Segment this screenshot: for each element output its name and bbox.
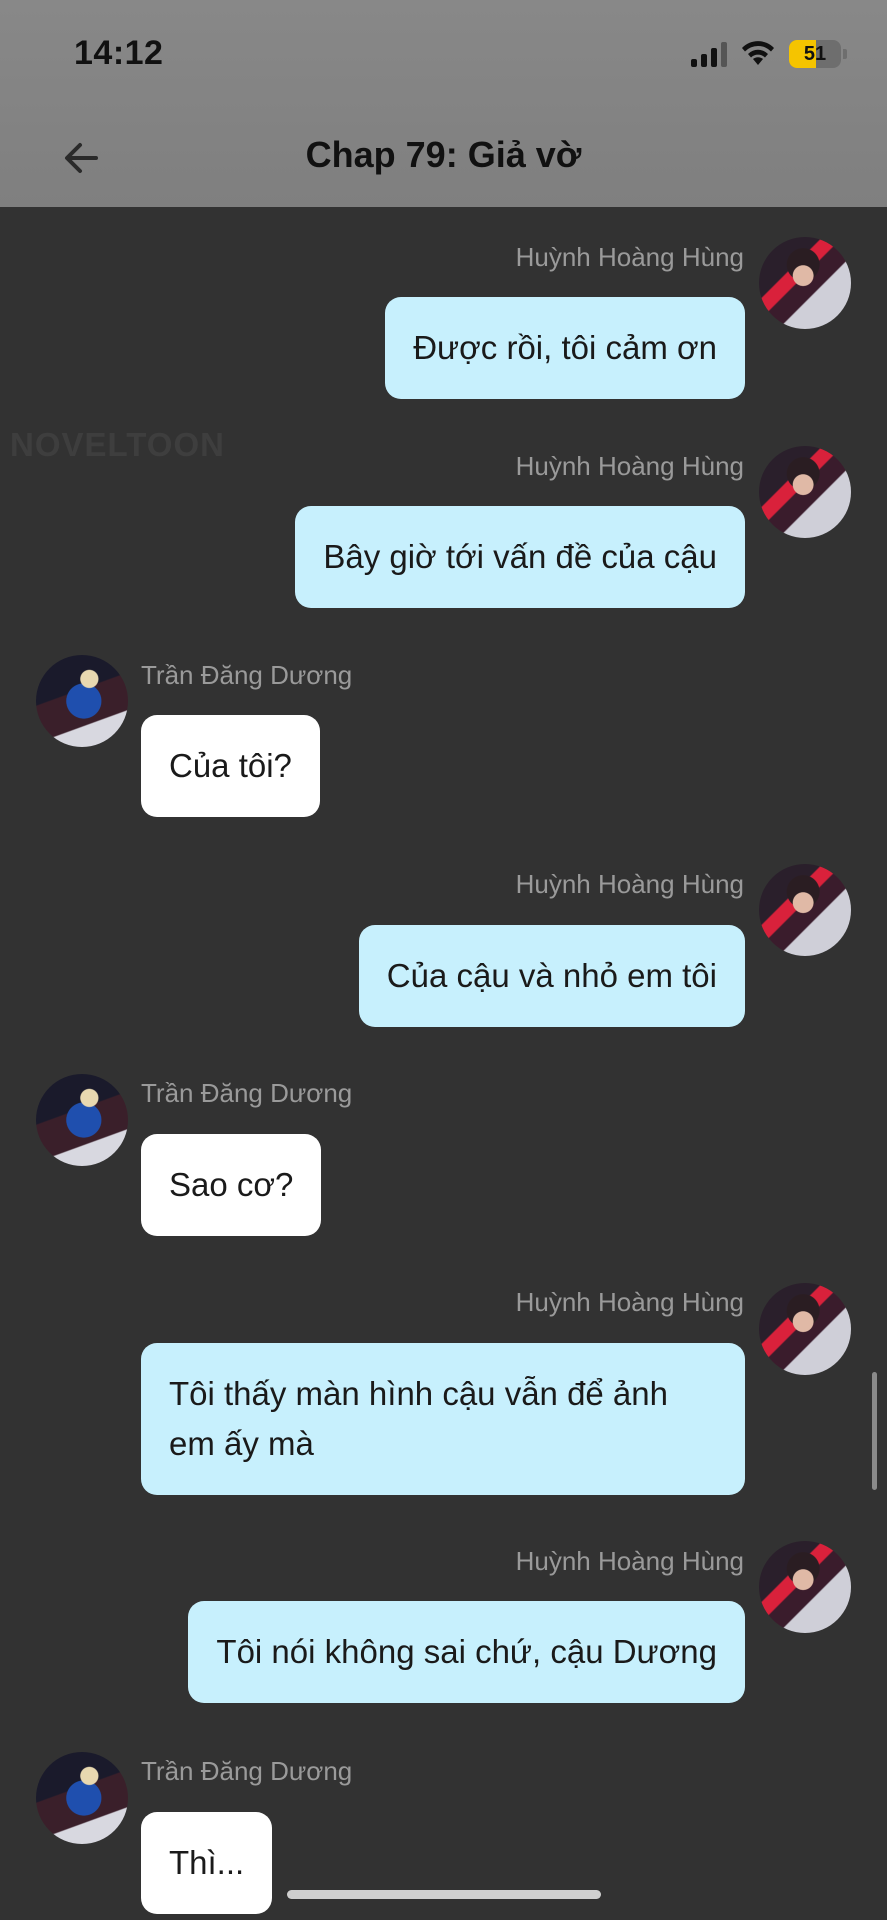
sender-name: Huỳnh Hoàng Hùng	[515, 451, 744, 481]
sender-name: Trần Đăng Dương	[141, 660, 353, 690]
watermark-logo: NOVELTOON	[10, 426, 225, 463]
message-bubble[interactable]: Thì...	[141, 1812, 273, 1914]
sender-name: Huỳnh Hoàng Hùng	[515, 869, 744, 899]
chapter-title: Chap 79: Giả vờ	[305, 134, 582, 175]
message-bubble[interactable]: Tôi nói không sai chứ, cậu Dương	[188, 1601, 745, 1703]
message-bubble[interactable]: Sao cơ?	[141, 1134, 322, 1236]
avatar[interactable]	[36, 655, 128, 747]
message-bubble[interactable]: Của cậu và nhỏ em tôi	[358, 925, 745, 1027]
avatar[interactable]	[759, 446, 851, 538]
sender-name: Huỳnh Hoàng Hùng	[515, 1546, 744, 1576]
sender-name: Trần Đăng Dương	[141, 1078, 353, 1108]
message-bubble[interactable]: Được rồi, tôi cảm ơn	[385, 297, 745, 399]
home-indicator[interactable]	[287, 1890, 601, 1899]
avatar[interactable]	[36, 1752, 128, 1844]
avatar[interactable]	[759, 1283, 851, 1375]
battery-percent: 51	[803, 42, 827, 65]
avatar[interactable]	[759, 864, 851, 956]
battery-icon: 51	[789, 40, 841, 68]
scrollbar[interactable]	[872, 1372, 877, 1490]
message-bubble[interactable]: Tôi thấy màn hình cậu vẫn để ảnh em ấy m…	[141, 1343, 745, 1495]
sender-name: Trần Đăng Dương	[141, 1756, 353, 1786]
avatar[interactable]	[36, 1074, 128, 1166]
wifi-icon	[741, 41, 775, 67]
avatar[interactable]	[759, 237, 851, 329]
message-bubble[interactable]: Bây giờ tới vấn đề của cậu	[295, 506, 745, 608]
top-bar: 14:12 51 Chap 79: Giả vờ	[0, 0, 887, 207]
status-icons: 51	[691, 40, 847, 68]
cellular-signal-icon	[691, 41, 727, 67]
message-bubble[interactable]: Của tôi?	[141, 715, 320, 817]
battery-cap	[843, 49, 847, 59]
status-time: 14:12	[74, 34, 164, 72]
sender-name: Huỳnh Hoàng Hùng	[515, 242, 744, 272]
sender-name: Huỳnh Hoàng Hùng	[515, 1287, 744, 1317]
avatar[interactable]	[759, 1541, 851, 1633]
